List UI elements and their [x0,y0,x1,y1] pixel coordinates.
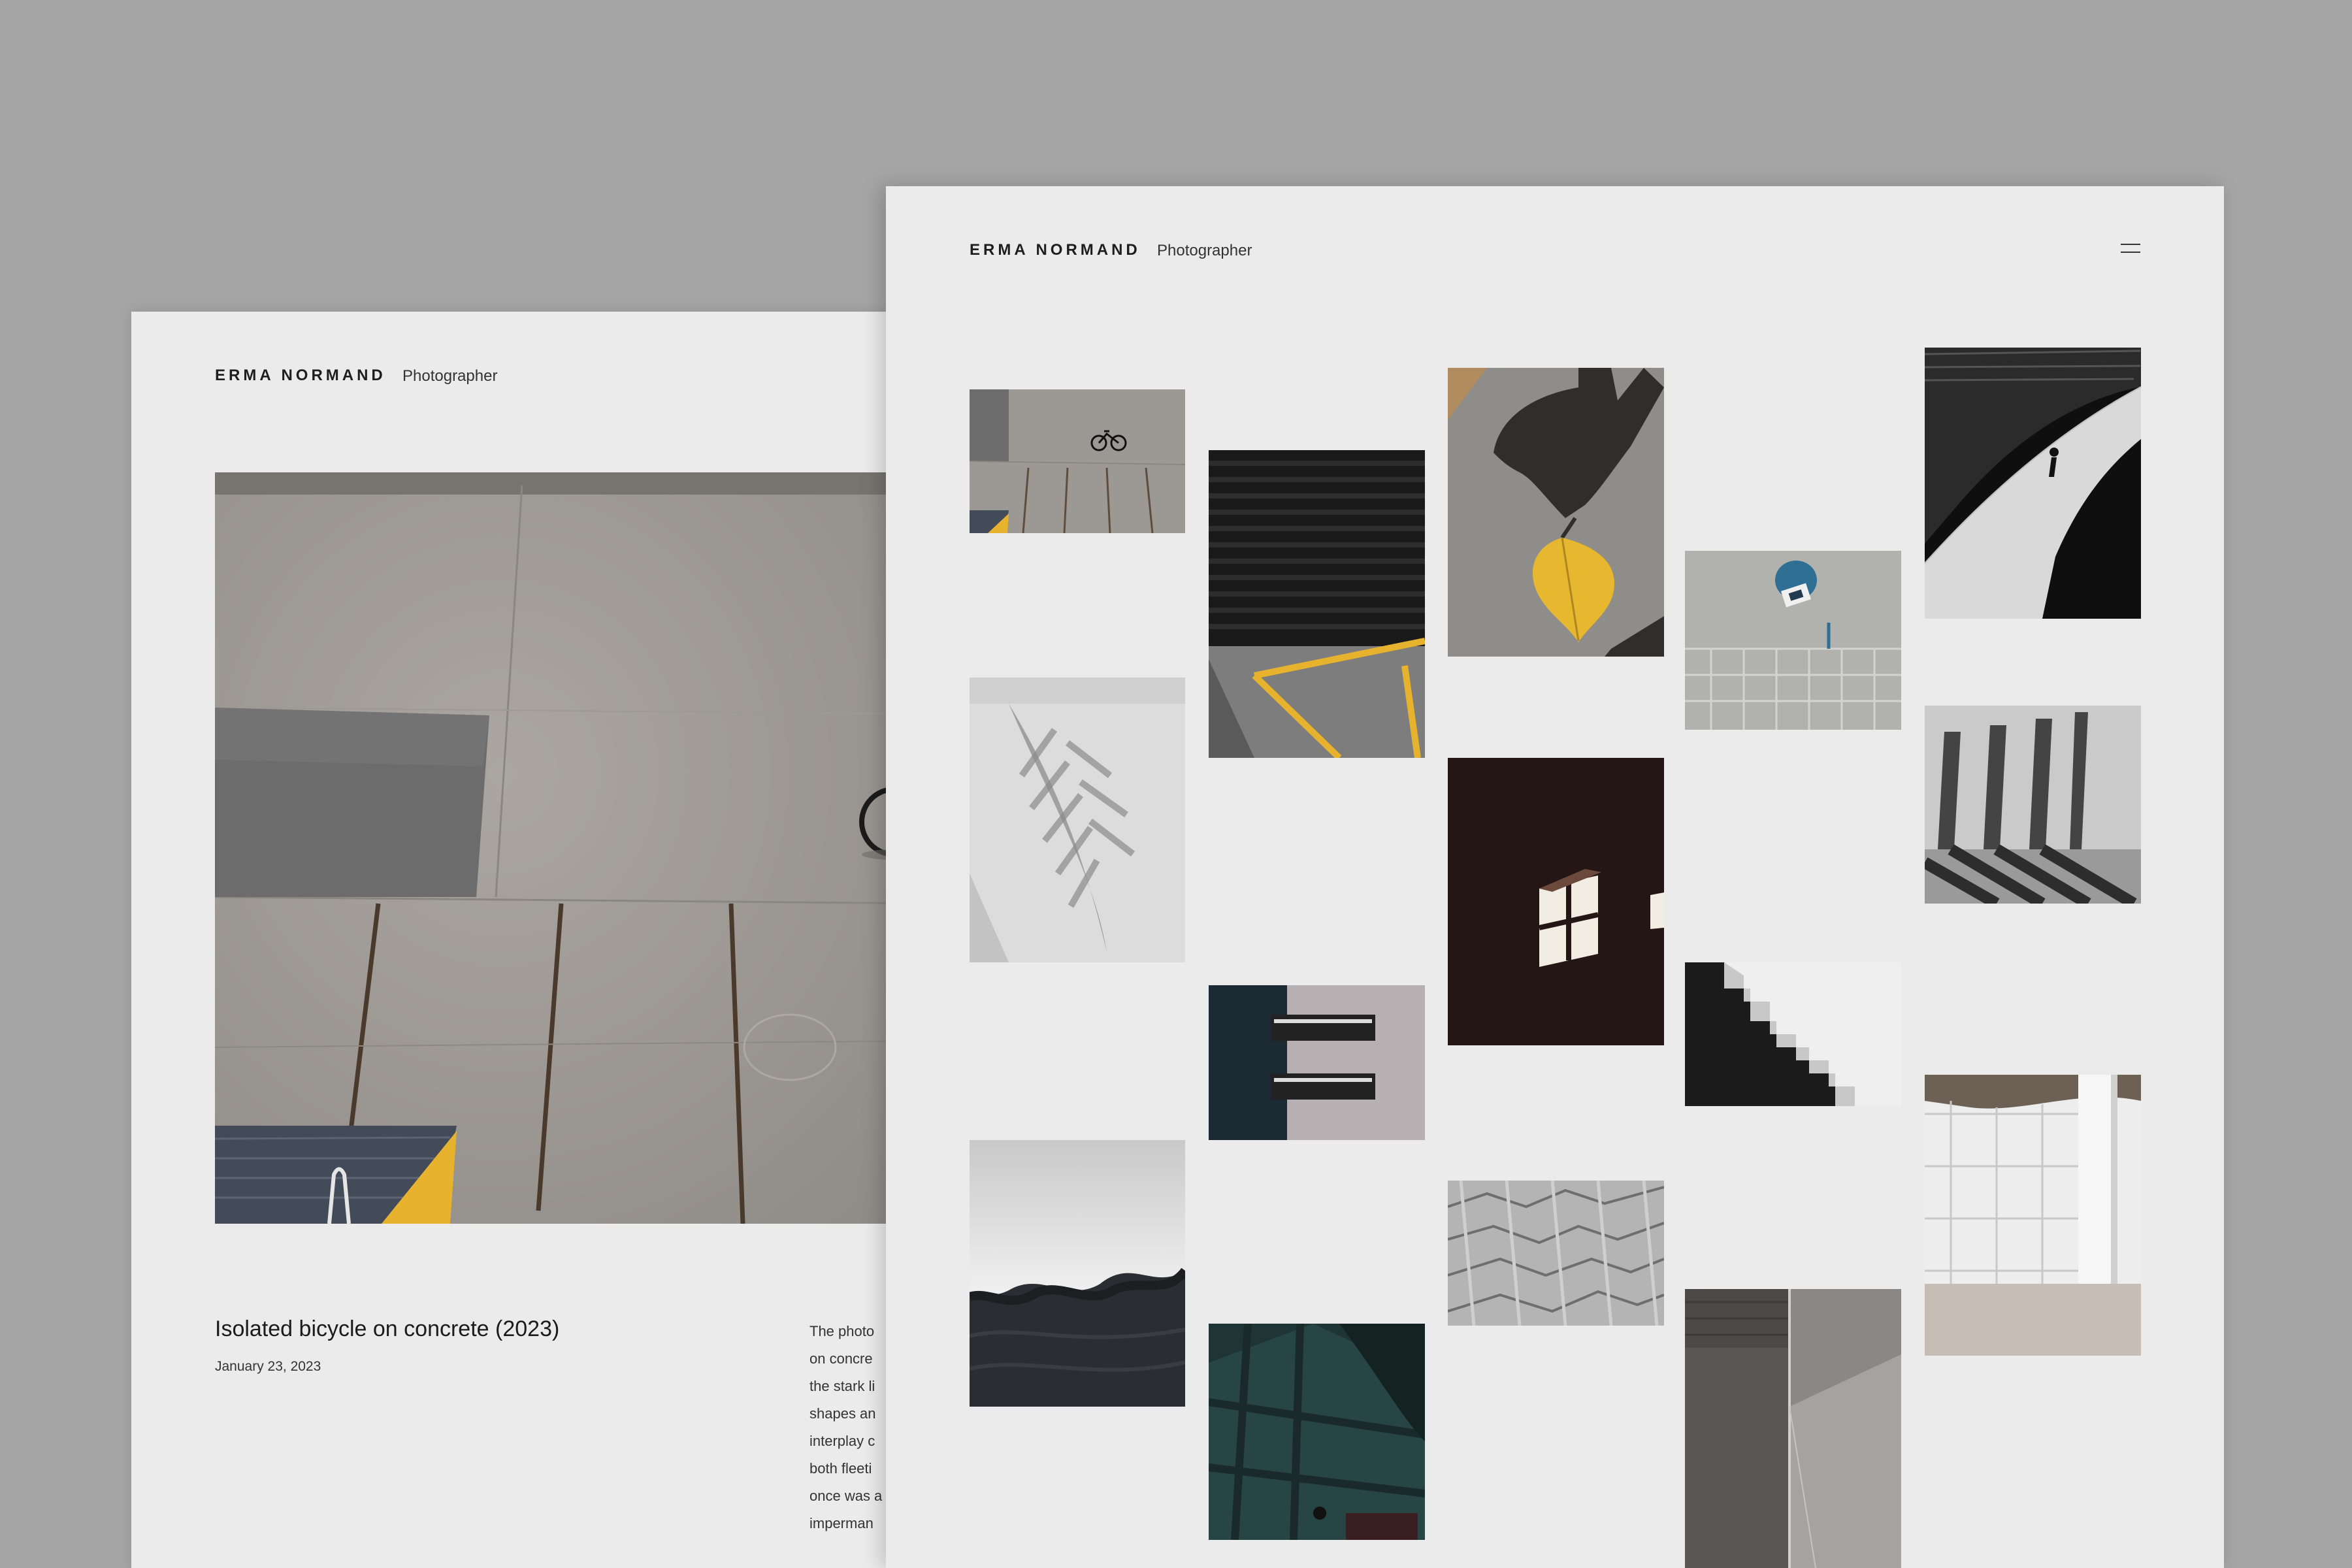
post-body-line: imperman [809,1515,874,1531]
post-body-line: both fleeti [809,1460,872,1477]
gallery-thumb-bicycle[interactable] [970,389,1185,533]
gallery-thumb-concrete-corner[interactable] [1685,1289,1901,1568]
gallery-thumb-window-light[interactable] [1448,758,1664,1045]
post-title: Isolated bicycle on concrete (2023) [215,1316,560,1341]
post-body-line: the stark li [809,1378,875,1394]
post-body-line: once was a [809,1488,883,1504]
gallery-page-window: ERMA NORMAND Photographer [886,186,2224,1568]
site-brand[interactable]: ERMA NORMAND [215,367,386,385]
site-role: Photographer [1157,242,1252,259]
site-role: Photographer [402,367,498,385]
gallery-thumb-column-shadows[interactable] [1925,706,2141,904]
gallery-thumb-garage[interactable] [1209,450,1425,758]
gallery-thumb-teal-shadow[interactable] [1209,1324,1425,1540]
hamburger-menu-icon[interactable] [2121,242,2140,255]
gallery-thumb-curve-walker[interactable] [1925,348,2141,619]
gallery-thumb-palm-shadow[interactable] [970,678,1185,962]
gallery-thumb-umbrella[interactable] [1685,551,1901,730]
post-page-window: ERMA NORMAND Photographer Isolated bicyc… [131,312,889,1568]
post-body: The photo on concre the stark li shapes … [809,1318,889,1537]
gallery-thumb-white-columns[interactable] [1925,1075,2141,1356]
gallery-thumb-hand-leaf[interactable] [1448,368,1664,657]
gallery-thumb-white-stairs[interactable] [1685,962,1901,1106]
gallery-thumb-zigzag-pavement[interactable] [1448,1181,1664,1326]
post-body-line: interplay c [809,1433,875,1449]
post-date: January 23, 2023 [215,1359,321,1374]
gallery-thumb-window-building[interactable] [1209,985,1425,1140]
post-body-line: on concre [809,1350,873,1367]
post-body-line: The photo [809,1323,875,1339]
post-hero-image [214,472,889,1224]
site-brand[interactable]: ERMA NORMAND [970,241,1141,259]
post-body-line: shapes an [809,1405,876,1422]
gallery-thumb-frozen-wave[interactable] [970,1140,1185,1407]
